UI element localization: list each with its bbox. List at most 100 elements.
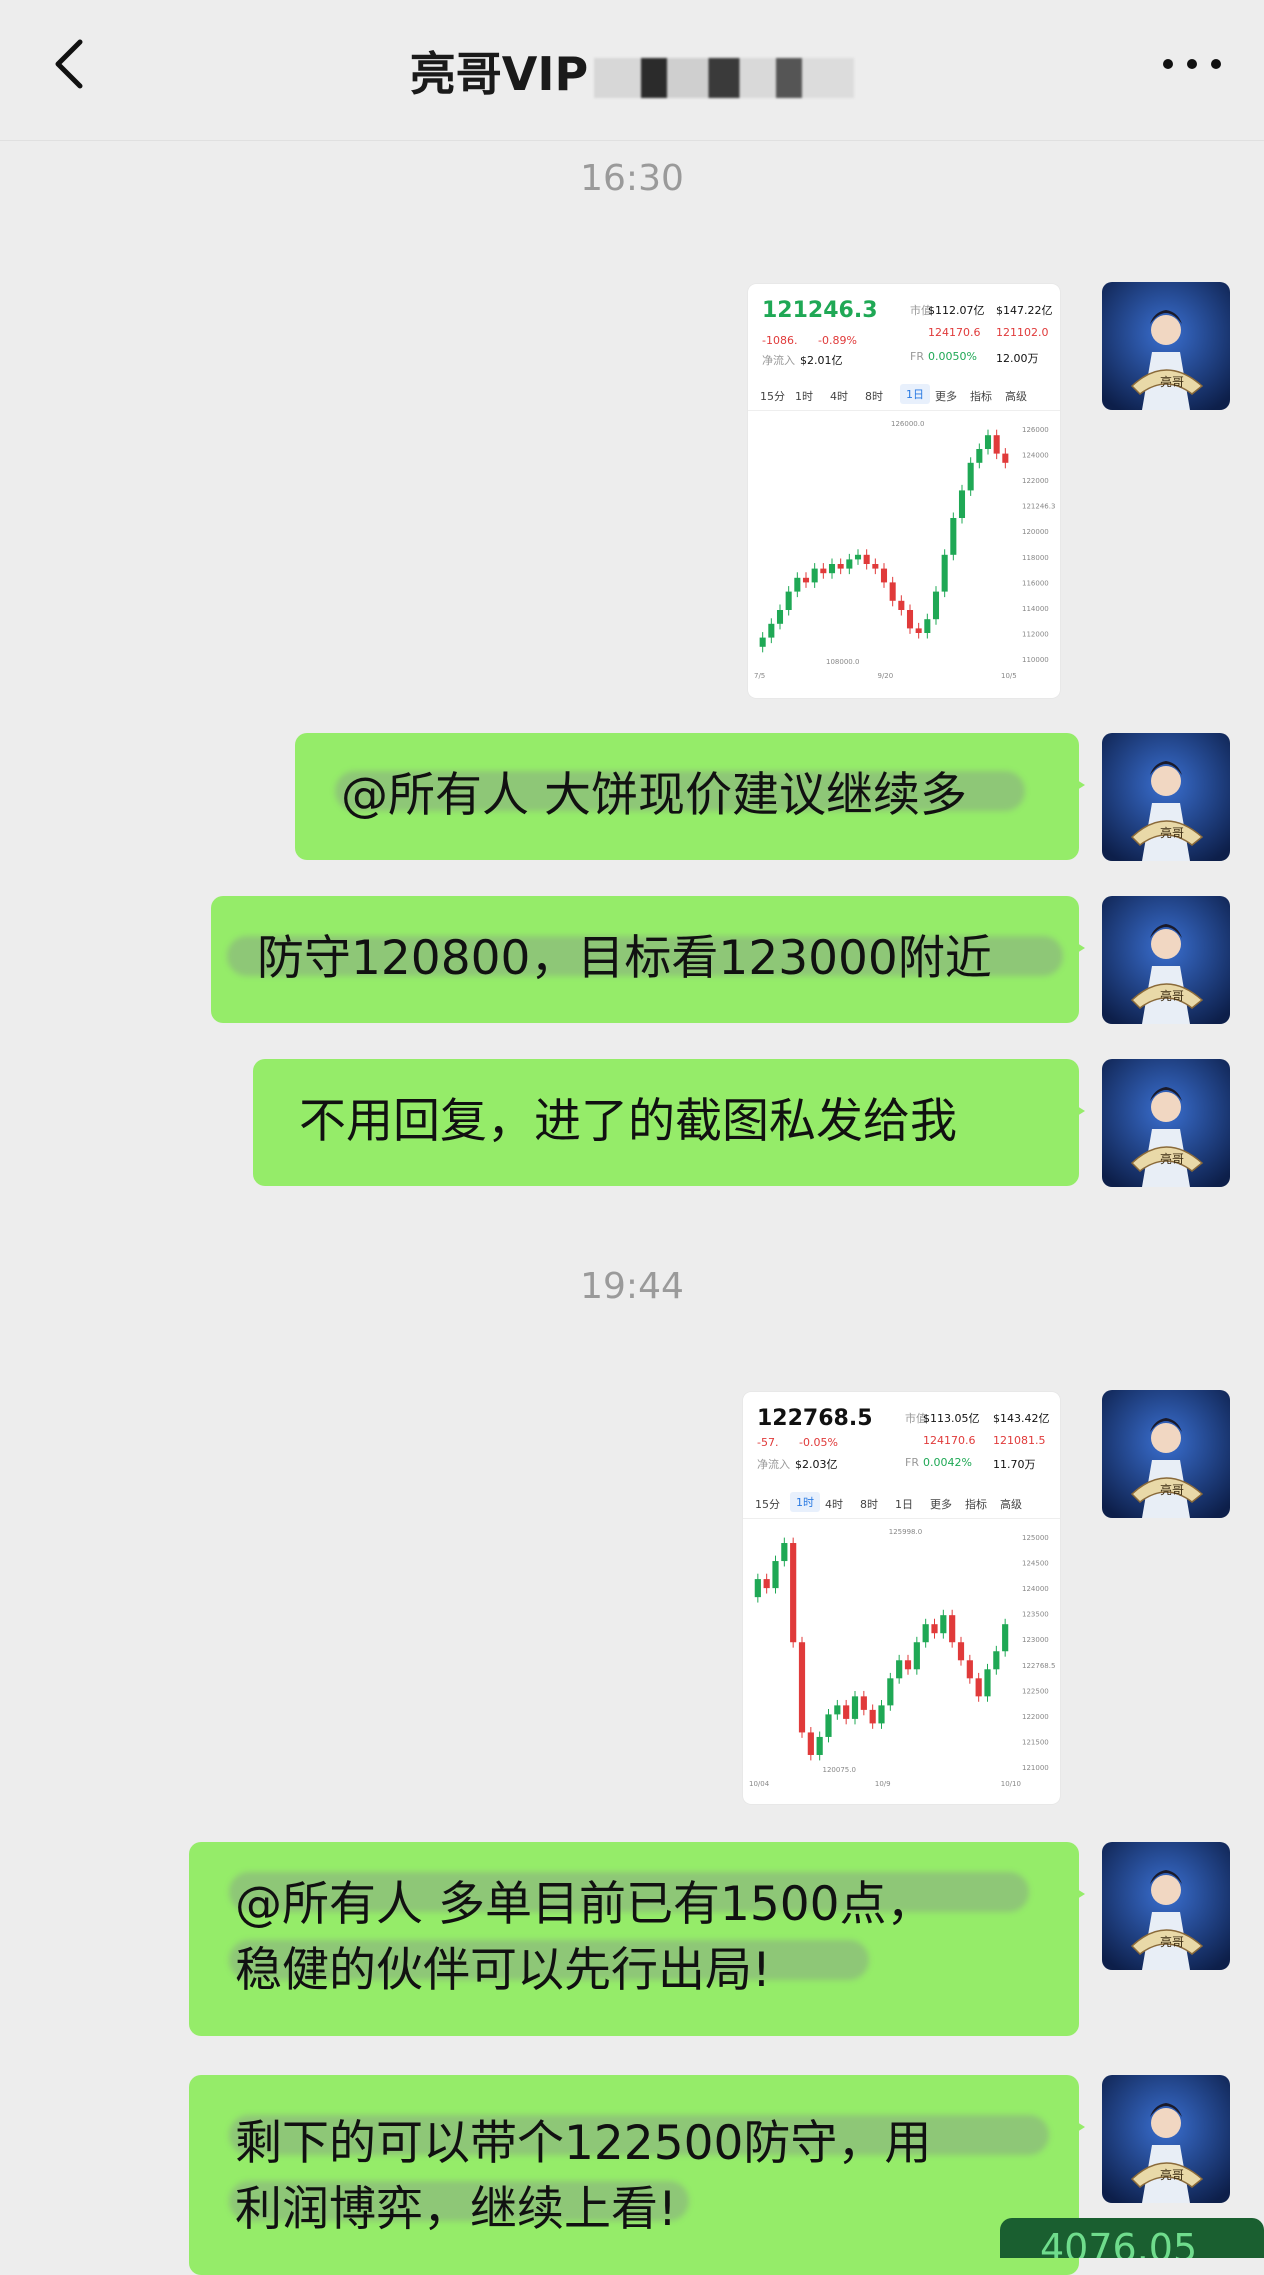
candle [754, 1579, 761, 1598]
candle [828, 564, 836, 574]
candle [984, 1669, 991, 1697]
candle [957, 1642, 965, 1661]
x-tick-label: 10/04 [749, 1780, 770, 1788]
high-value: 124170.6 [928, 326, 981, 339]
candle [898, 600, 905, 610]
candle [816, 1736, 823, 1755]
avatar[interactable]: 亮哥 [1102, 282, 1230, 410]
message-bubble[interactable]: @所有人 多单目前已有1500点， 稳健的伙伴可以先行出局! [189, 1842, 1085, 2036]
candlestick-chart: 125000 124500 124000 123500 123000 122768.5 12… [749, 1528, 1055, 1788]
tab-6: 指标 [965, 1498, 987, 1511]
svg-text:亮哥: 亮哥 [1160, 374, 1184, 389]
more-button[interactable] [1160, 44, 1224, 84]
y-tick-label: 114000 [1022, 605, 1049, 613]
avatar[interactable]: 亮哥 [1102, 1842, 1230, 1970]
avatar-image: 亮哥 [1102, 733, 1230, 861]
candle [790, 1543, 797, 1643]
chat-title-text: 亮哥VIP [409, 47, 589, 101]
candle [794, 577, 801, 592]
candle [887, 1678, 894, 1706]
avatar-image: 亮哥 [1102, 1059, 1230, 1187]
candle [878, 1705, 885, 1724]
candle [896, 1660, 903, 1679]
tab-1: 1时 [790, 1492, 820, 1512]
candle [976, 449, 983, 463]
candle [837, 564, 844, 569]
avatar-image: 亮哥 [1102, 282, 1230, 410]
avatar[interactable]: 亮哥 [1102, 896, 1230, 1024]
timestamp: 19:44 [580, 1266, 684, 1307]
candle [798, 1642, 806, 1733]
candle [869, 1709, 876, 1724]
y-tick-label: 122000 [1022, 1713, 1049, 1721]
avatar[interactable]: 亮哥 [1102, 1390, 1230, 1518]
tab-5: 更多 [935, 390, 957, 403]
avatar[interactable]: 亮哥 [1102, 733, 1230, 861]
avatar-image: 亮哥 [1102, 2075, 1230, 2203]
tab-1: 1时 [795, 390, 813, 403]
tab-4: 1日 [900, 384, 930, 404]
candle [941, 554, 948, 592]
y-tick-label: 123000 [1022, 1636, 1049, 1644]
low-value: 121081.5 [993, 1434, 1046, 1447]
y-tick-label: 121500 [1022, 1738, 1049, 1746]
message-bubble[interactable]: 不用回复，进了的截图私发给我 [253, 1059, 1085, 1186]
avatar[interactable]: 亮哥 [1102, 2075, 1230, 2203]
fr-value: 0.0050% [928, 350, 977, 363]
message-bubble[interactable]: 剩下的可以带个122500防守，用 利润博弈，继续上看! [189, 2075, 1085, 2275]
y-tick-label: 125000 [1022, 1534, 1049, 1542]
candle [906, 610, 914, 629]
x-tick-label: 9/20 [878, 672, 894, 680]
message-bubble[interactable]: @所有人 大饼现价建议继续多 [295, 733, 1085, 860]
candle [949, 1615, 956, 1643]
candle [915, 628, 922, 633]
floating-price-badge[interactable]: 4076.05 [1000, 2218, 1264, 2258]
y-tick-label: 122000 [1022, 477, 1049, 485]
tab-2: 4时 [825, 1498, 843, 1511]
candle [820, 568, 827, 574]
svg-text:亮哥: 亮哥 [1160, 825, 1184, 840]
svg-text:亮哥: 亮哥 [1160, 1934, 1184, 1949]
message-text: @所有人 多单目前已有1500点， 稳健的伙伴可以先行出局! [235, 1877, 934, 1998]
high-value: 124170.6 [923, 1434, 976, 1447]
y-tick-label: 110000 [1022, 656, 1049, 664]
y-tick-label: 120000 [1022, 528, 1049, 536]
tab-3: 8时 [860, 1498, 878, 1511]
cap-value: $113.05亿 [923, 1412, 980, 1425]
avatar-image: 亮哥 [1102, 1842, 1230, 1970]
candle [854, 554, 862, 560]
low-value: 121102.0 [996, 326, 1049, 339]
count-value: 11.70万 [993, 1458, 1036, 1471]
tab-7: 高级 [1000, 1498, 1022, 1511]
vol-value: $147.22亿 [996, 304, 1053, 317]
price-value: 122768.5 [757, 1406, 873, 1431]
candle [807, 1732, 814, 1755]
timeframe-tabs: 15分 1时 4时 8时 1日 更多 指标 高级 [743, 1488, 1060, 1519]
image-message[interactable]: 122768.5 市值 $113.05亿 $143.42亿 -57. -0.05… [743, 1392, 1060, 1804]
avatar[interactable]: 亮哥 [1102, 1059, 1230, 1187]
candle [984, 435, 992, 449]
tab-3: 8时 [865, 390, 883, 403]
tab-6: 指标 [970, 390, 992, 403]
y-tick-label: 124500 [1022, 1560, 1049, 1568]
image-message[interactable]: 121246.3 市值 $112.07亿 $147.22亿 -1086. -0.… [748, 284, 1060, 698]
y-tick-label: 124000 [1022, 452, 1049, 460]
candle [768, 623, 775, 638]
y-tick-label: 123500 [1022, 1611, 1049, 1619]
tab-2: 4时 [830, 390, 848, 403]
candle [966, 1660, 973, 1679]
change-value: -57. [757, 1436, 779, 1449]
x-tick-label: 7/5 [754, 672, 765, 680]
svg-text:亮哥: 亮哥 [1160, 1151, 1184, 1166]
avatar-image: 亮哥 [1102, 896, 1230, 1024]
candle [851, 1696, 859, 1719]
timeframe-tabs: 15分 1时 4时 8时 1日 更多 指标 高级 [748, 380, 1060, 411]
candle [1002, 453, 1009, 463]
candle [802, 577, 810, 583]
message-bubble[interactable]: 防守120800，目标看123000附近 [211, 896, 1085, 1023]
y-tick-label: 122768.5 [1022, 1662, 1055, 1670]
candle [834, 1705, 841, 1715]
fr-label: FR [910, 350, 924, 363]
candle [958, 490, 966, 518]
tab-7: 高级 [1005, 390, 1027, 403]
